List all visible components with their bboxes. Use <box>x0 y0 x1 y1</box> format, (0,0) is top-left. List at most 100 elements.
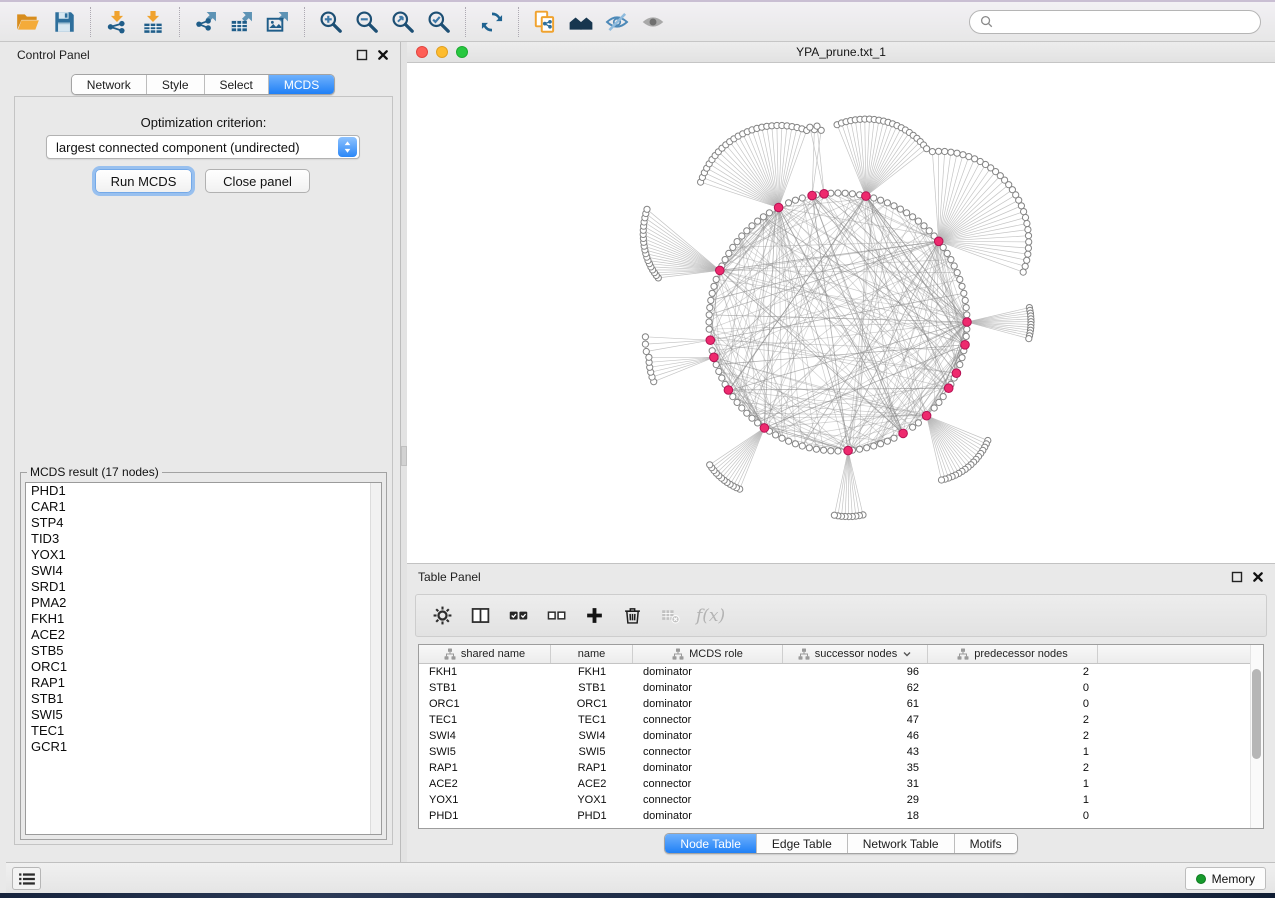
toolbar-show-all-icon[interactable] <box>635 6 671 38</box>
mcds-result-item[interactable]: STP4 <box>26 515 381 531</box>
toolbar-import-table-icon[interactable] <box>135 6 171 38</box>
add-row-icon[interactable] <box>582 604 606 628</box>
mcds-result-item[interactable]: SRD1 <box>26 579 381 595</box>
optimization-criterion-select[interactable]: largest connected component (undirected) <box>46 135 360 159</box>
toolbar-zoom-selected-icon[interactable] <box>421 6 457 38</box>
mcds-result-item[interactable]: PMA2 <box>26 595 381 611</box>
memory-status-icon <box>1196 874 1206 884</box>
split-panel-icon[interactable] <box>468 604 492 628</box>
table-row[interactable]: SWI5SWI5connector431 <box>419 744 1263 760</box>
control-panel-tabs: NetworkStyleSelectMCDS <box>6 74 400 95</box>
toolbar-export-table-icon[interactable] <box>224 6 260 38</box>
search-input[interactable] <box>999 15 1251 29</box>
show-panels-button[interactable] <box>12 867 41 890</box>
column-header-shared-name[interactable]: shared name <box>419 645 551 663</box>
network-view-window: YPA_prune.txt_1 <box>407 42 1275 563</box>
list-icon <box>18 872 36 886</box>
table-tab-node-table[interactable]: Node Table <box>665 834 757 853</box>
mcds-result-item[interactable]: TID3 <box>26 531 381 547</box>
toolbar-export-image-icon[interactable] <box>260 6 296 38</box>
mcds-result-item[interactable]: STB5 <box>26 643 381 659</box>
network-canvas[interactable] <box>407 63 1275 563</box>
mcds-result-item[interactable]: RAP1 <box>26 675 381 691</box>
tree-icon <box>798 648 810 660</box>
table-row[interactable]: ORC1ORC1dominator610 <box>419 696 1263 712</box>
close-icon[interactable] <box>377 49 389 61</box>
table-cell: connector <box>633 712 783 728</box>
memory-button[interactable]: Memory <box>1185 867 1266 890</box>
table-row[interactable]: TEC1TEC1connector472 <box>419 712 1263 728</box>
float-icon[interactable] <box>1231 571 1243 583</box>
table-tab-network-table[interactable]: Network Table <box>848 834 955 853</box>
table-cell: 96 <box>783 664 928 680</box>
toolbar-zoom-out-icon[interactable] <box>349 6 385 38</box>
mcds-result-item[interactable]: STB1 <box>26 691 381 707</box>
close-icon[interactable] <box>1252 571 1264 583</box>
table-row[interactable]: PHD1PHD1dominator180 <box>419 808 1263 824</box>
table-cell: 35 <box>783 760 928 776</box>
mcds-result-item[interactable]: SWI5 <box>26 707 381 723</box>
table-settings-icon[interactable] <box>430 604 454 628</box>
float-icon[interactable] <box>356 49 368 61</box>
column-header-name[interactable]: name <box>551 645 633 663</box>
column-header-filler <box>1098 645 1263 663</box>
mcds-result-item[interactable]: SWI4 <box>26 563 381 579</box>
table-row[interactable]: RAP1RAP1dominator352 <box>419 760 1263 776</box>
toolbar-export-network-icon[interactable] <box>188 6 224 38</box>
toolbar-zoom-in-icon[interactable] <box>313 6 349 38</box>
list-scrollbar[interactable] <box>370 483 381 834</box>
deselect-all-rows-icon[interactable] <box>544 604 568 628</box>
table-row[interactable]: FKH1FKH1dominator962 <box>419 664 1263 680</box>
table-tab-motifs[interactable]: Motifs <box>955 834 1017 853</box>
table-tab-edge-table[interactable]: Edge Table <box>757 834 848 853</box>
mcds-result-list[interactable]: PHD1CAR1STP4TID3YOX1SWI4SRD1PMA2FKH1ACE2… <box>25 482 382 835</box>
toolbar-hide-selected-icon[interactable] <box>599 6 635 38</box>
toolbar-open-session-icon[interactable] <box>10 6 46 38</box>
mcds-result-item[interactable]: GCR1 <box>26 739 381 755</box>
table-row[interactable]: ACE2ACE2connector311 <box>419 776 1263 792</box>
table-scrollbar-thumb[interactable] <box>1252 669 1261 759</box>
mcds-result-title: MCDS result (17 nodes) <box>27 465 162 479</box>
tab-select[interactable]: Select <box>205 75 269 94</box>
mcds-result-item[interactable]: YOX1 <box>26 547 381 563</box>
tab-network[interactable]: Network <box>72 75 147 94</box>
run-mcds-button[interactable]: Run MCDS <box>95 169 192 193</box>
tree-icon <box>444 648 456 660</box>
close-window-icon[interactable] <box>416 46 428 58</box>
table-row[interactable]: STB1STB1dominator620 <box>419 680 1263 696</box>
mcds-result-item[interactable]: ACE2 <box>26 627 381 643</box>
mcds-result-item[interactable]: ORC1 <box>26 659 381 675</box>
mcds-result-item[interactable]: CAR1 <box>26 499 381 515</box>
toolbar-save-session-icon[interactable] <box>46 6 82 38</box>
column-header-successor-nodes[interactable]: successor nodes <box>783 645 928 663</box>
toolbar-groups <box>10 6 671 38</box>
maximize-window-icon[interactable] <box>456 46 468 58</box>
column-header-predecessor-nodes[interactable]: predecessor nodes <box>928 645 1098 663</box>
table-scrollbar[interactable] <box>1250 645 1263 828</box>
table-cell: FKH1 <box>419 664 551 680</box>
mcds-result-item[interactable]: PHD1 <box>26 483 381 499</box>
table-cell: 43 <box>783 744 928 760</box>
toolbar-apply-layout-icon[interactable] <box>474 6 510 38</box>
toolbar-copy-network-icon[interactable] <box>527 6 563 38</box>
search-box[interactable] <box>969 10 1261 34</box>
toolbar-import-network-icon[interactable] <box>99 6 135 38</box>
column-header-MCDS-role[interactable]: MCDS role <box>633 645 783 663</box>
network-window-titlebar[interactable]: YPA_prune.txt_1 <box>407 42 1275 63</box>
toolbar-first-neighbors-icon[interactable] <box>563 6 599 38</box>
toolbar-zoom-fit-icon[interactable] <box>385 6 421 38</box>
sort-desc-icon <box>902 649 912 659</box>
table-cell: 1 <box>928 744 1098 760</box>
tab-style[interactable]: Style <box>147 75 205 94</box>
close-panel-button[interactable]: Close panel <box>205 169 310 193</box>
tree-icon <box>672 648 684 660</box>
table-row[interactable]: SWI4SWI4dominator462 <box>419 728 1263 744</box>
select-all-rows-icon[interactable] <box>506 604 530 628</box>
tab-mcds[interactable]: MCDS <box>269 75 334 94</box>
table-row[interactable]: YOX1YOX1connector291 <box>419 792 1263 808</box>
minimize-window-icon[interactable] <box>436 46 448 58</box>
mcds-result-item[interactable]: TEC1 <box>26 723 381 739</box>
delete-row-icon[interactable] <box>620 604 644 628</box>
table-toolbar: f(x) <box>415 594 1267 637</box>
mcds-result-item[interactable]: FKH1 <box>26 611 381 627</box>
